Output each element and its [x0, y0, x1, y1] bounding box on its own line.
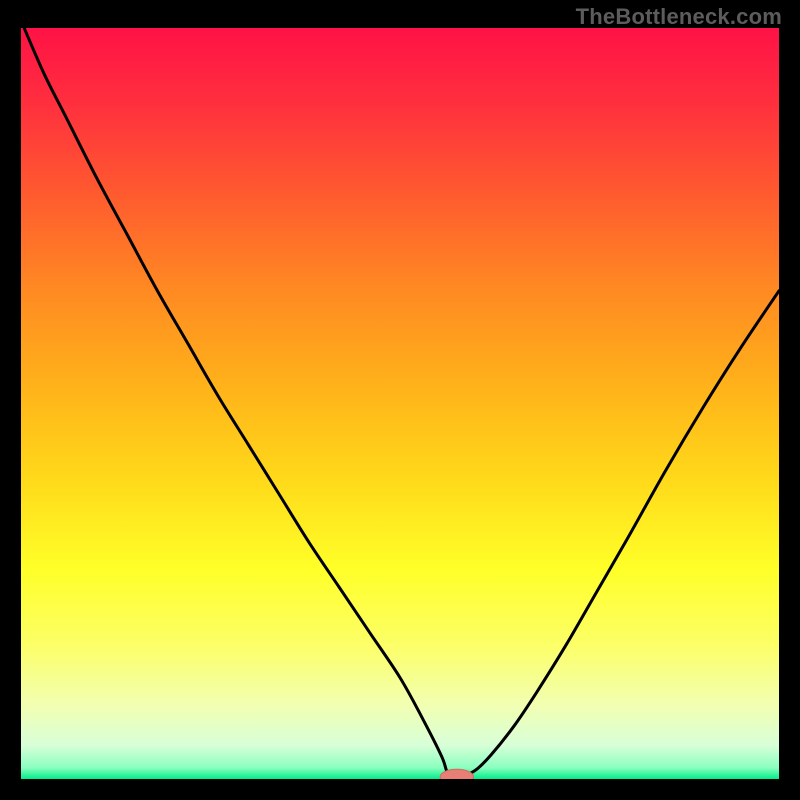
- chart-frame: TheBottleneck.com: [0, 0, 800, 800]
- plot-area: [21, 28, 779, 779]
- bottleneck-chart-svg: [21, 28, 779, 779]
- watermark-text: TheBottleneck.com: [576, 4, 782, 30]
- gradient-background: [21, 28, 779, 779]
